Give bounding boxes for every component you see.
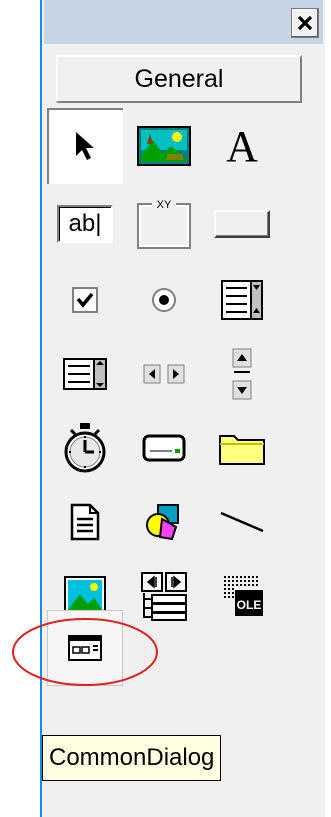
vscrollbar-icon [232,348,252,400]
shape-icon [146,504,179,541]
data-icon [141,572,187,621]
toolbox-window: General A ab| XY OLE [40,0,325,817]
dirlistbox-icon [219,435,265,465]
tool-textbox[interactable]: ab| [47,186,123,262]
tool-filelistbox[interactable] [47,484,123,560]
hscrollbar-icon [143,364,185,384]
tool-drivelistbox[interactable] [126,410,202,486]
tool-pointer[interactable] [47,108,123,184]
label-icon: A [226,121,258,171]
tool-optionbutton[interactable] [126,262,202,338]
listbox-icon [63,358,107,390]
tool-line[interactable] [204,484,280,560]
close-button[interactable] [291,8,319,38]
tool-ole[interactable]: OLE [204,558,280,634]
svg-text:OLE: OLE [237,598,262,612]
tool-label[interactable]: A [204,108,280,184]
svg-text:XY: XY [157,199,172,211]
tool-timer[interactable] [47,410,123,486]
line-icon [220,511,264,533]
ole-icon: OLE [224,576,263,616]
tool-shape[interactable] [126,484,202,560]
checkbox-icon [72,287,98,313]
tool-picturebox[interactable] [126,108,202,184]
tool-hscrollbar[interactable] [126,336,202,412]
combobox-icon [221,280,263,320]
pointer-icon [76,132,94,160]
frame-icon: XY [137,199,191,249]
picturebox-icon [137,126,191,166]
drivelistbox-icon [142,434,186,462]
tool-combobox[interactable] [204,262,280,338]
tool-vscrollbar[interactable] [204,336,280,412]
optionbutton-icon [152,288,176,312]
timer-icon [64,423,106,473]
tab-general[interactable]: General [56,55,302,103]
commandbutton-icon [214,210,270,238]
close-icon [297,15,313,31]
textbox-icon: ab| [57,205,113,243]
tool-listbox[interactable] [47,336,123,412]
filelistbox-icon [70,503,100,541]
tool-commandbutton[interactable] [204,186,280,262]
tool-frame[interactable]: XY [126,186,202,262]
tool-checkbox[interactable] [47,262,123,338]
highlight-circle [12,618,158,686]
tool-dirlistbox[interactable] [204,410,280,486]
toolbox-titlebar [44,0,323,44]
tooltip-commondialog: CommonDialog [42,735,222,781]
